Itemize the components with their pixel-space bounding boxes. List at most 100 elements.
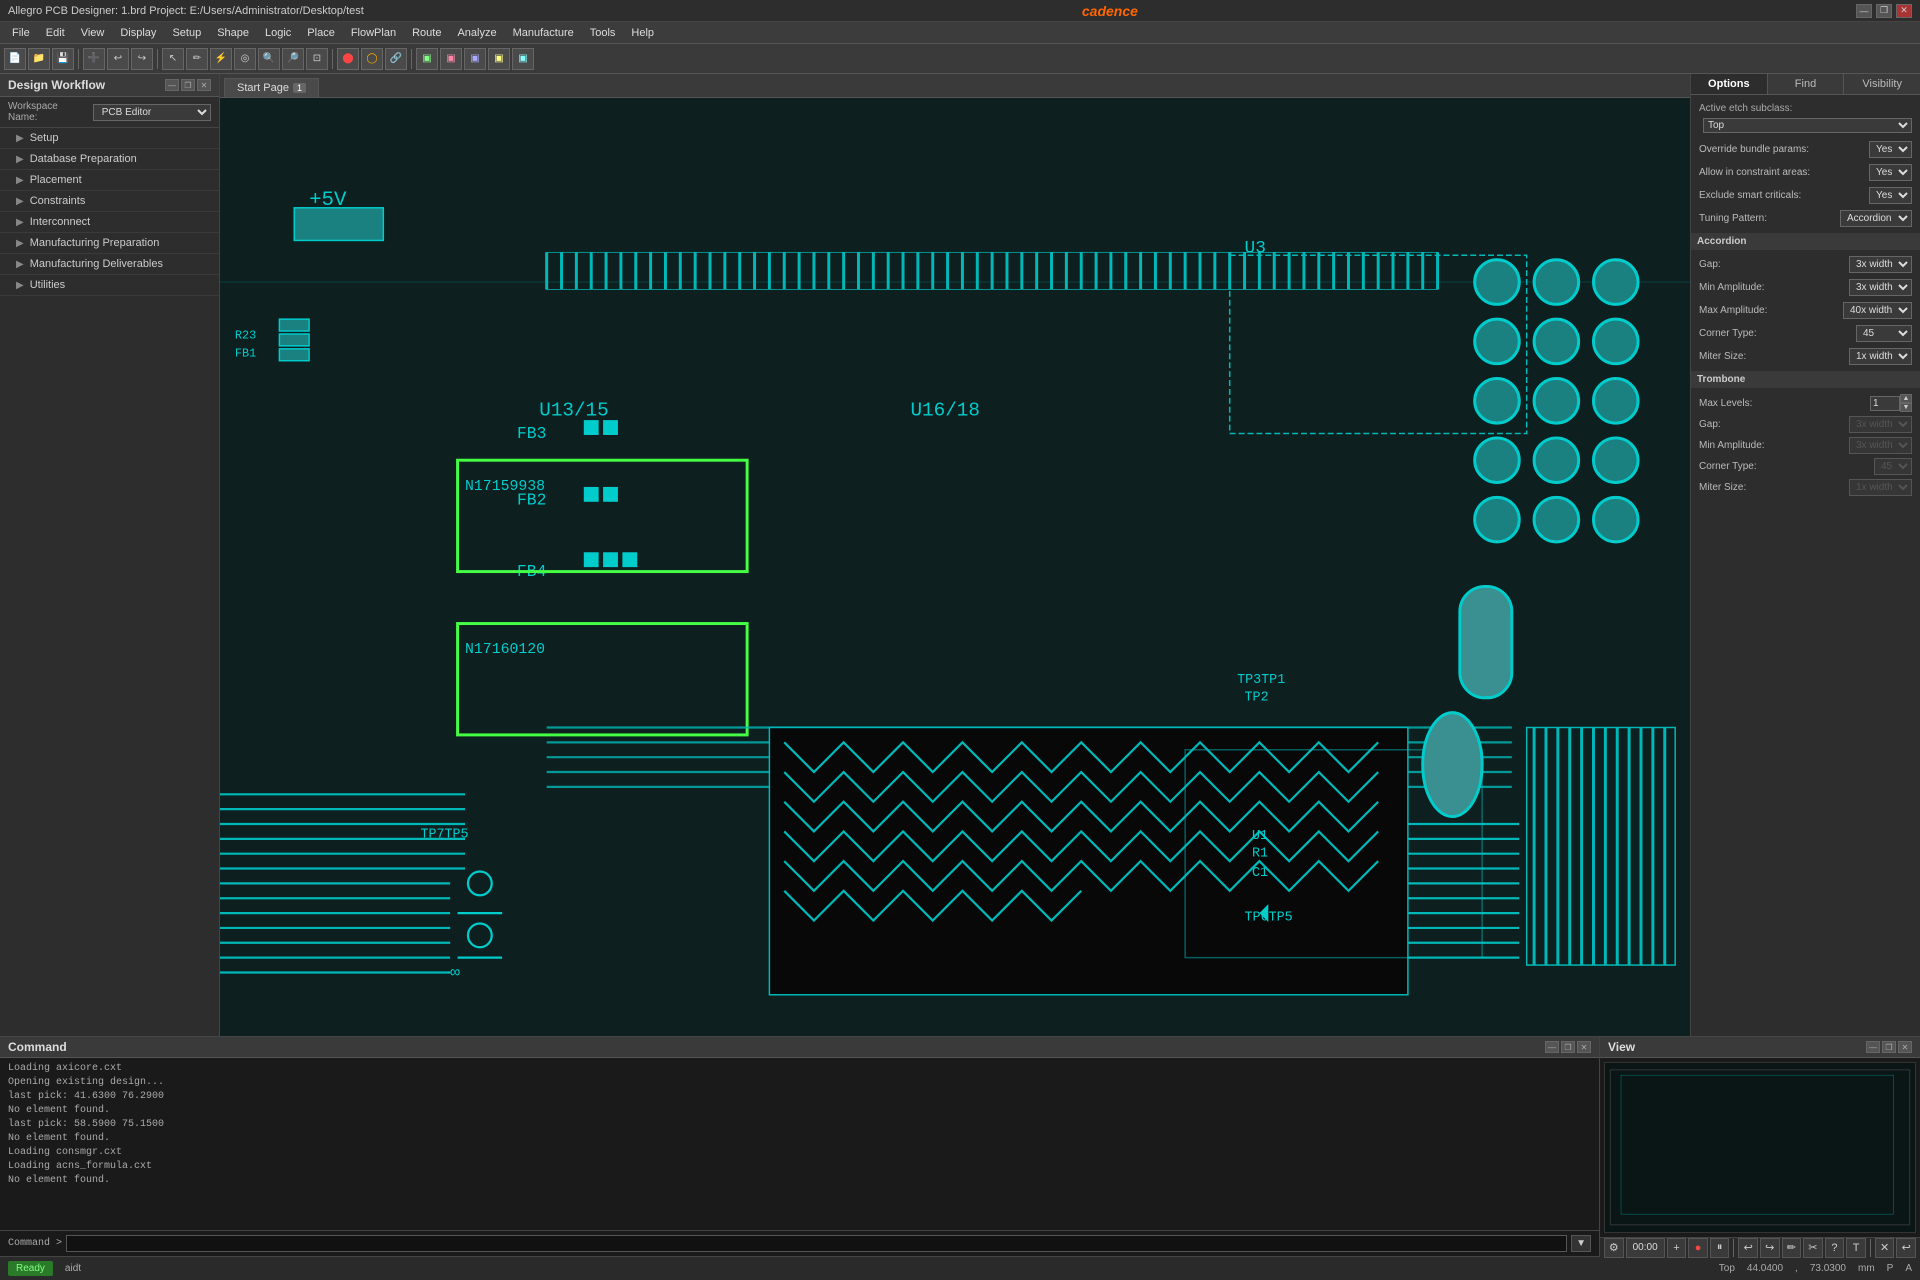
view-draw-button[interactable]: ✏ bbox=[1782, 1238, 1802, 1258]
menu-help[interactable]: Help bbox=[623, 25, 662, 41]
view-minimize[interactable]: — bbox=[1866, 1041, 1880, 1053]
toolbar-select[interactable]: ↖ bbox=[162, 48, 184, 70]
menu-display[interactable]: Display bbox=[112, 25, 164, 41]
pcb-canvas[interactable]: +5V U13/15 U16/18 bbox=[220, 98, 1690, 1036]
workflow-close[interactable]: ✕ bbox=[197, 79, 211, 91]
max-amp-select[interactable]: 40x width 20x width bbox=[1843, 302, 1912, 319]
connector-pads-top bbox=[547, 252, 1438, 289]
tab-visibility[interactable]: Visibility bbox=[1844, 74, 1920, 94]
menu-edit[interactable]: Edit bbox=[38, 25, 73, 41]
command-restore[interactable]: ❐ bbox=[1561, 1041, 1575, 1053]
tab-find[interactable]: Find bbox=[1768, 74, 1845, 94]
sidebar-item-utilities[interactable]: ▶ Utilities bbox=[0, 275, 219, 296]
toolbar-save[interactable]: 💾 bbox=[52, 48, 74, 70]
menu-view[interactable]: View bbox=[73, 25, 113, 41]
view-close2-button[interactable]: ✕ bbox=[1875, 1238, 1895, 1258]
view-undo-button[interactable]: ↩ bbox=[1738, 1238, 1758, 1258]
menu-analyze[interactable]: Analyze bbox=[449, 25, 504, 41]
view-win-btns[interactable]: — ❐ ✕ bbox=[1866, 1041, 1912, 1053]
active-etch-select[interactable]: Top Bottom bbox=[1703, 118, 1912, 133]
exclude-smart-select[interactable]: Yes No bbox=[1869, 187, 1912, 204]
menu-shape[interactable]: Shape bbox=[209, 25, 257, 41]
sidebar-item-constraints[interactable]: ▶ Constraints bbox=[0, 191, 219, 212]
toolbar-new[interactable]: 📄 bbox=[4, 48, 26, 70]
view-settings-button[interactable]: ⚙ bbox=[1604, 1238, 1624, 1258]
allow-constraint-select[interactable]: Yes No bbox=[1869, 164, 1912, 181]
command-close[interactable]: ✕ bbox=[1577, 1041, 1591, 1053]
maximize-button[interactable]: ❐ bbox=[1876, 4, 1892, 18]
menu-place[interactable]: Place bbox=[299, 25, 343, 41]
command-minimize[interactable]: — bbox=[1545, 1041, 1559, 1053]
toolbar-open[interactable]: 📁 bbox=[28, 48, 50, 70]
toolbar-layer1[interactable]: ▣ bbox=[416, 48, 438, 70]
view-cut-button[interactable]: ✂ bbox=[1803, 1238, 1823, 1258]
override-bundle-select[interactable]: Yes No bbox=[1869, 141, 1912, 158]
minimize-button[interactable]: — bbox=[1856, 4, 1872, 18]
toolbar-drc[interactable]: ⬤ bbox=[337, 48, 359, 70]
view-text-button[interactable]: T bbox=[1846, 1238, 1866, 1258]
max-levels-input[interactable] bbox=[1870, 396, 1900, 411]
toolbar-layer2[interactable]: ▣ bbox=[440, 48, 462, 70]
min-amp-select[interactable]: 3x width 1x width bbox=[1849, 279, 1912, 296]
view-restore[interactable]: ❐ bbox=[1882, 1041, 1896, 1053]
trombone-miter-size-select[interactable]: 1x width bbox=[1849, 479, 1912, 496]
toolbar-redo[interactable]: ↪ bbox=[131, 48, 153, 70]
view-close[interactable]: ✕ bbox=[1898, 1041, 1912, 1053]
toolbar-net[interactable]: 🔗 bbox=[385, 48, 407, 70]
toolbar-draw[interactable]: ✏ bbox=[186, 48, 208, 70]
toolbar-zoom-in[interactable]: 🔍 bbox=[258, 48, 280, 70]
menu-file[interactable]: File bbox=[4, 25, 38, 41]
toolbar-circle[interactable]: ◯ bbox=[361, 48, 383, 70]
menu-flowplan[interactable]: FlowPlan bbox=[343, 25, 404, 41]
tab-start-page[interactable]: Start Page 1 bbox=[224, 78, 319, 97]
sidebar-item-database-prep[interactable]: ▶ Database Preparation bbox=[0, 149, 219, 170]
command-input[interactable] bbox=[66, 1235, 1567, 1252]
spin-arrows[interactable]: ▲ ▼ bbox=[1900, 394, 1912, 412]
trombone-corner-type-select[interactable]: 45 bbox=[1874, 458, 1912, 475]
window-controls[interactable]: — ❐ ✕ bbox=[1856, 4, 1912, 18]
menu-tools[interactable]: Tools bbox=[582, 25, 624, 41]
sidebar-item-interconnect[interactable]: ▶ Interconnect bbox=[0, 212, 219, 233]
menu-route[interactable]: Route bbox=[404, 25, 449, 41]
menu-setup[interactable]: Setup bbox=[164, 25, 209, 41]
sidebar-item-placement[interactable]: ▶ Placement bbox=[0, 170, 219, 191]
workflow-win-btns[interactable]: — ❐ ✕ bbox=[165, 79, 211, 91]
tuning-pattern-select[interactable]: Accordion Trombone bbox=[1840, 210, 1912, 227]
toolbar-fit[interactable]: ⊡ bbox=[306, 48, 328, 70]
toolbar-add[interactable]: ➕ bbox=[83, 48, 105, 70]
toolbar-undo[interactable]: ↩ bbox=[107, 48, 129, 70]
command-expand-button[interactable]: ▼ bbox=[1571, 1235, 1591, 1252]
timer-display: 00:00 bbox=[1626, 1238, 1665, 1258]
workflow-minimize[interactable]: — bbox=[165, 79, 179, 91]
sidebar-item-manufacturing-prep[interactable]: ▶ Manufacturing Preparation bbox=[0, 233, 219, 254]
spin-down[interactable]: ▼ bbox=[1900, 403, 1912, 412]
command-win-btns[interactable]: — ❐ ✕ bbox=[1545, 1041, 1591, 1053]
menu-logic[interactable]: Logic bbox=[257, 25, 299, 41]
trombone-min-amp-select[interactable]: 3x width bbox=[1849, 437, 1912, 454]
view-back-button[interactable]: ↩ bbox=[1896, 1238, 1916, 1258]
sidebar-item-manufacturing-del[interactable]: ▶ Manufacturing Deliverables bbox=[0, 254, 219, 275]
toolbar-route[interactable]: ⚡ bbox=[210, 48, 232, 70]
trombone-gap-select[interactable]: 3x width bbox=[1849, 416, 1912, 433]
gap-select[interactable]: 3x width 1x width 2x width bbox=[1849, 256, 1912, 273]
workflow-restore[interactable]: ❐ bbox=[181, 79, 195, 91]
toolbar-zoom-out[interactable]: 🔎 bbox=[282, 48, 304, 70]
view-redo-button[interactable]: ↪ bbox=[1760, 1238, 1780, 1258]
toolbar-layer4[interactable]: ▣ bbox=[488, 48, 510, 70]
miter-size-select[interactable]: 1x width 2x width bbox=[1849, 348, 1912, 365]
view-help-button[interactable]: ? bbox=[1825, 1238, 1845, 1258]
sidebar-item-setup[interactable]: ▶ Setup bbox=[0, 128, 219, 149]
view-plus-button[interactable]: + bbox=[1667, 1238, 1687, 1258]
corner-type-select[interactable]: 45 90 Round bbox=[1856, 325, 1912, 342]
tab-options[interactable]: Options bbox=[1691, 74, 1768, 94]
pause-button[interactable]: ⏸ bbox=[1710, 1238, 1730, 1258]
toolbar-via[interactable]: ◎ bbox=[234, 48, 256, 70]
spin-up[interactable]: ▲ bbox=[1900, 394, 1912, 403]
menu-manufacture[interactable]: Manufacture bbox=[505, 25, 582, 41]
max-levels-spinner[interactable]: ▲ ▼ bbox=[1870, 394, 1912, 412]
record-button[interactable]: ● bbox=[1688, 1238, 1708, 1258]
toolbar-layer5[interactable]: ▣ bbox=[512, 48, 534, 70]
toolbar-layer3[interactable]: ▣ bbox=[464, 48, 486, 70]
close-button[interactable]: ✕ bbox=[1896, 4, 1912, 18]
workspace-select[interactable]: PCB Editor bbox=[93, 104, 211, 121]
